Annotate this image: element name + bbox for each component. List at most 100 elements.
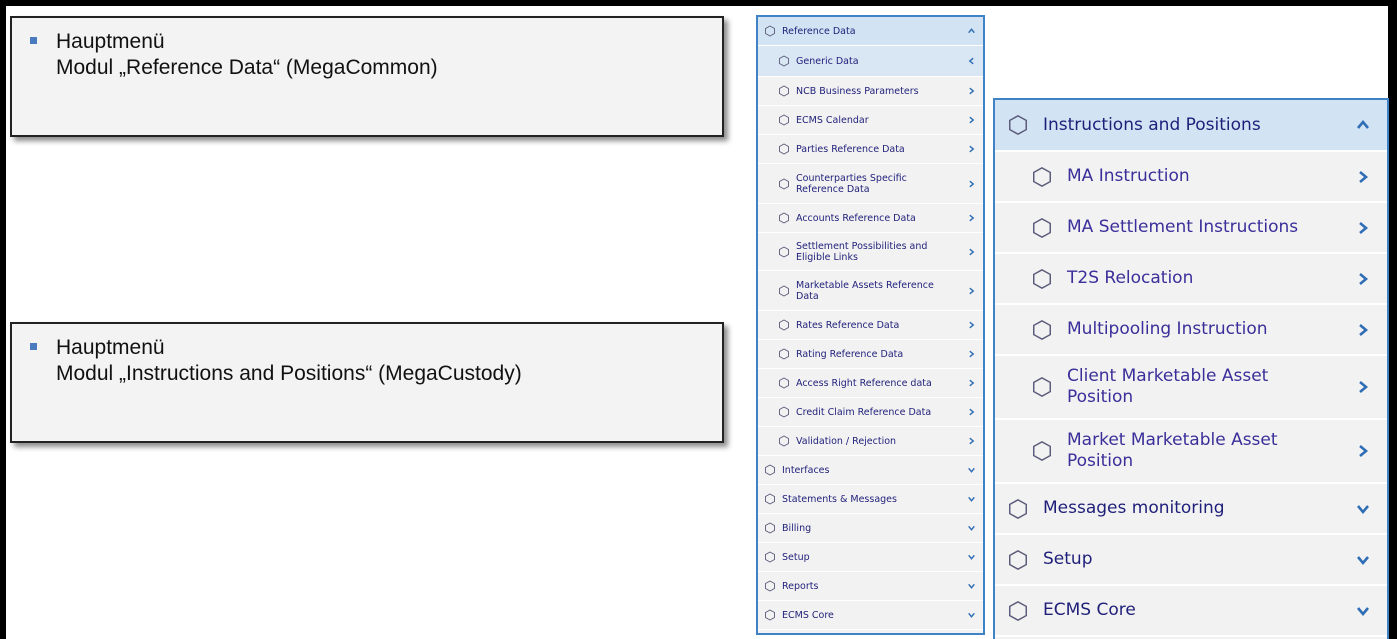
menu-item-counterparties-specific-reference-data[interactable]: Counterparties Specific Reference Data	[758, 164, 983, 204]
hexagon-icon	[779, 177, 789, 190]
menu-item-setup-large[interactable]: Setup	[995, 535, 1387, 586]
menu-item-validation-rejection[interactable]: Validation / Rejection	[758, 427, 983, 456]
hexagon-icon	[1033, 217, 1051, 238]
hexagon-icon	[779, 245, 789, 258]
chevron-down-icon	[968, 467, 975, 473]
hexagon-icon	[779, 435, 789, 447]
chevron-right-icon	[969, 214, 975, 222]
menu-item-label: NCB Business Parameters	[796, 85, 919, 97]
chevron-down-icon	[968, 583, 975, 589]
chevron-right-icon	[969, 248, 975, 255]
chevron-right-icon	[1359, 170, 1369, 183]
chevron-right-icon	[1359, 323, 1369, 336]
chevron-right-icon	[1359, 445, 1369, 457]
menu-item-messages-monitoring[interactable]: Messages monitoring	[995, 484, 1387, 535]
chevron-right-icon	[969, 287, 975, 294]
hexagon-icon	[1009, 549, 1027, 570]
menu-item-accounts-reference-data[interactable]: Accounts Reference Data	[758, 204, 983, 233]
menu-item-rating-reference-data[interactable]: Rating Reference Data	[758, 340, 983, 369]
menu-item-label: Accounts Reference Data	[796, 212, 916, 224]
reference-data-menu: Reference Data Generic Data NCB Business…	[756, 15, 985, 635]
menu-item-label: Credit Claim Reference Data	[796, 406, 932, 418]
menu-item-ecms-core-large[interactable]: ECMS Core	[995, 586, 1387, 637]
menu-item-instructions-and-positions[interactable]: Instructions and Positions	[995, 100, 1387, 152]
menu-item-ncb-business-parameters[interactable]: NCB Business Parameters	[758, 77, 983, 106]
menu-item-generic-data[interactable]: Generic Data	[758, 46, 983, 77]
menu-item-credit-claim-reference-data[interactable]: Credit Claim Reference Data	[758, 398, 983, 427]
menu-item-access-right-reference-data[interactable]: Access Right Reference data	[758, 369, 983, 398]
chevron-up-icon	[968, 28, 975, 34]
chevron-down-icon	[1357, 504, 1369, 514]
chevron-right-icon	[969, 180, 975, 187]
hexagon-icon	[1009, 114, 1027, 136]
menu-item-label: Setup	[782, 551, 810, 563]
menu-item-label: Multipooling Instruction	[1067, 319, 1268, 339]
menu-item-label: Interfaces	[782, 464, 830, 476]
hexagon-icon	[779, 212, 789, 224]
chevron-right-icon	[969, 116, 975, 124]
chevron-right-icon	[969, 437, 975, 445]
menu-item-interfaces[interactable]: Interfaces	[758, 456, 983, 485]
chevron-left-icon	[968, 57, 974, 65]
menu-item-label: Messages monitoring	[1043, 498, 1225, 518]
bullet-marker	[30, 37, 37, 44]
menu-item-reference-data[interactable]: Reference Data	[758, 17, 983, 46]
callout-title: Hauptmenü	[56, 30, 165, 53]
menu-item-label: MA Instruction	[1067, 166, 1190, 186]
hexagon-icon	[1033, 268, 1051, 289]
menu-item-parties-reference-data[interactable]: Parties Reference Data	[758, 135, 983, 164]
callout-subtitle: Modul „Reference Data“ (MegaCommon)	[56, 56, 438, 79]
hexagon-icon	[765, 493, 775, 505]
hexagon-icon	[779, 55, 789, 67]
menu-item-reports[interactable]: Reports	[758, 572, 983, 601]
hexagon-icon	[765, 464, 775, 476]
menu-item-ecms-calendar[interactable]: ECMS Calendar	[758, 106, 983, 135]
hexagon-icon	[1033, 319, 1051, 340]
chevron-right-icon	[969, 379, 975, 387]
menu-item-settlement-possibilities[interactable]: Settlement Possibilities and Eligible Li…	[758, 233, 983, 271]
chevron-up-icon	[1357, 119, 1369, 129]
menu-item-statements-messages[interactable]: Statements & Messages	[758, 485, 983, 514]
hexagon-icon	[1009, 600, 1027, 621]
chevron-right-icon	[969, 408, 975, 416]
chevron-right-icon	[969, 321, 975, 329]
chevron-right-icon	[1359, 381, 1369, 393]
chevron-down-icon	[1357, 555, 1369, 565]
menu-item-label: Access Right Reference data	[796, 377, 932, 389]
hexagon-icon	[779, 319, 789, 331]
menu-item-client-marketable-asset-position[interactable]: Client Marketable Asset Position	[995, 356, 1387, 420]
menu-item-label: ECMS Core	[782, 609, 834, 621]
menu-item-rates-reference-data[interactable]: Rates Reference Data	[758, 311, 983, 340]
menu-item-label: Counterparties Specific Reference Data	[796, 172, 907, 195]
bullet-marker	[30, 343, 37, 350]
chevron-down-icon	[968, 554, 975, 560]
hexagon-icon	[1033, 376, 1051, 398]
hexagon-icon	[1009, 498, 1027, 519]
menu-item-ma-settlement-instructions[interactable]: MA Settlement Instructions	[995, 203, 1387, 254]
menu-item-multipooling-instruction[interactable]: Multipooling Instruction	[995, 305, 1387, 356]
chevron-right-icon	[969, 87, 975, 95]
hexagon-icon	[765, 551, 775, 563]
menu-item-label: Validation / Rejection	[796, 435, 897, 447]
hexagon-icon	[765, 609, 775, 621]
callout-reference-data: Hauptmenü Modul „Reference Data“ (MegaCo…	[10, 16, 724, 137]
chevron-right-icon	[1359, 221, 1369, 234]
chevron-down-icon	[968, 525, 975, 531]
hexagon-icon	[1033, 440, 1051, 462]
menu-item-label: Statements & Messages	[782, 493, 897, 505]
hexagon-icon	[779, 406, 789, 418]
menu-item-ma-instruction[interactable]: MA Instruction	[995, 152, 1387, 203]
menu-item-label: Market Marketable Asset Position	[1067, 430, 1278, 471]
menu-item-label: MA Settlement Instructions	[1067, 217, 1299, 237]
menu-item-setup[interactable]: Setup	[758, 543, 983, 572]
menu-item-label: Generic Data	[796, 55, 859, 67]
chevron-right-icon	[969, 350, 975, 358]
menu-item-t2s-relocation[interactable]: T2S Relocation	[995, 254, 1387, 305]
menu-item-market-marketable-asset-position[interactable]: Market Marketable Asset Position	[995, 420, 1387, 484]
menu-item-label: Rating Reference Data	[796, 348, 904, 360]
hexagon-icon	[779, 284, 789, 297]
menu-item-marketable-assets-reference-data[interactable]: Marketable Assets Reference Data	[758, 271, 983, 311]
menu-item-billing[interactable]: Billing	[758, 514, 983, 543]
menu-item-ecms-core[interactable]: ECMS Core	[758, 601, 983, 630]
hexagon-icon	[765, 580, 775, 592]
